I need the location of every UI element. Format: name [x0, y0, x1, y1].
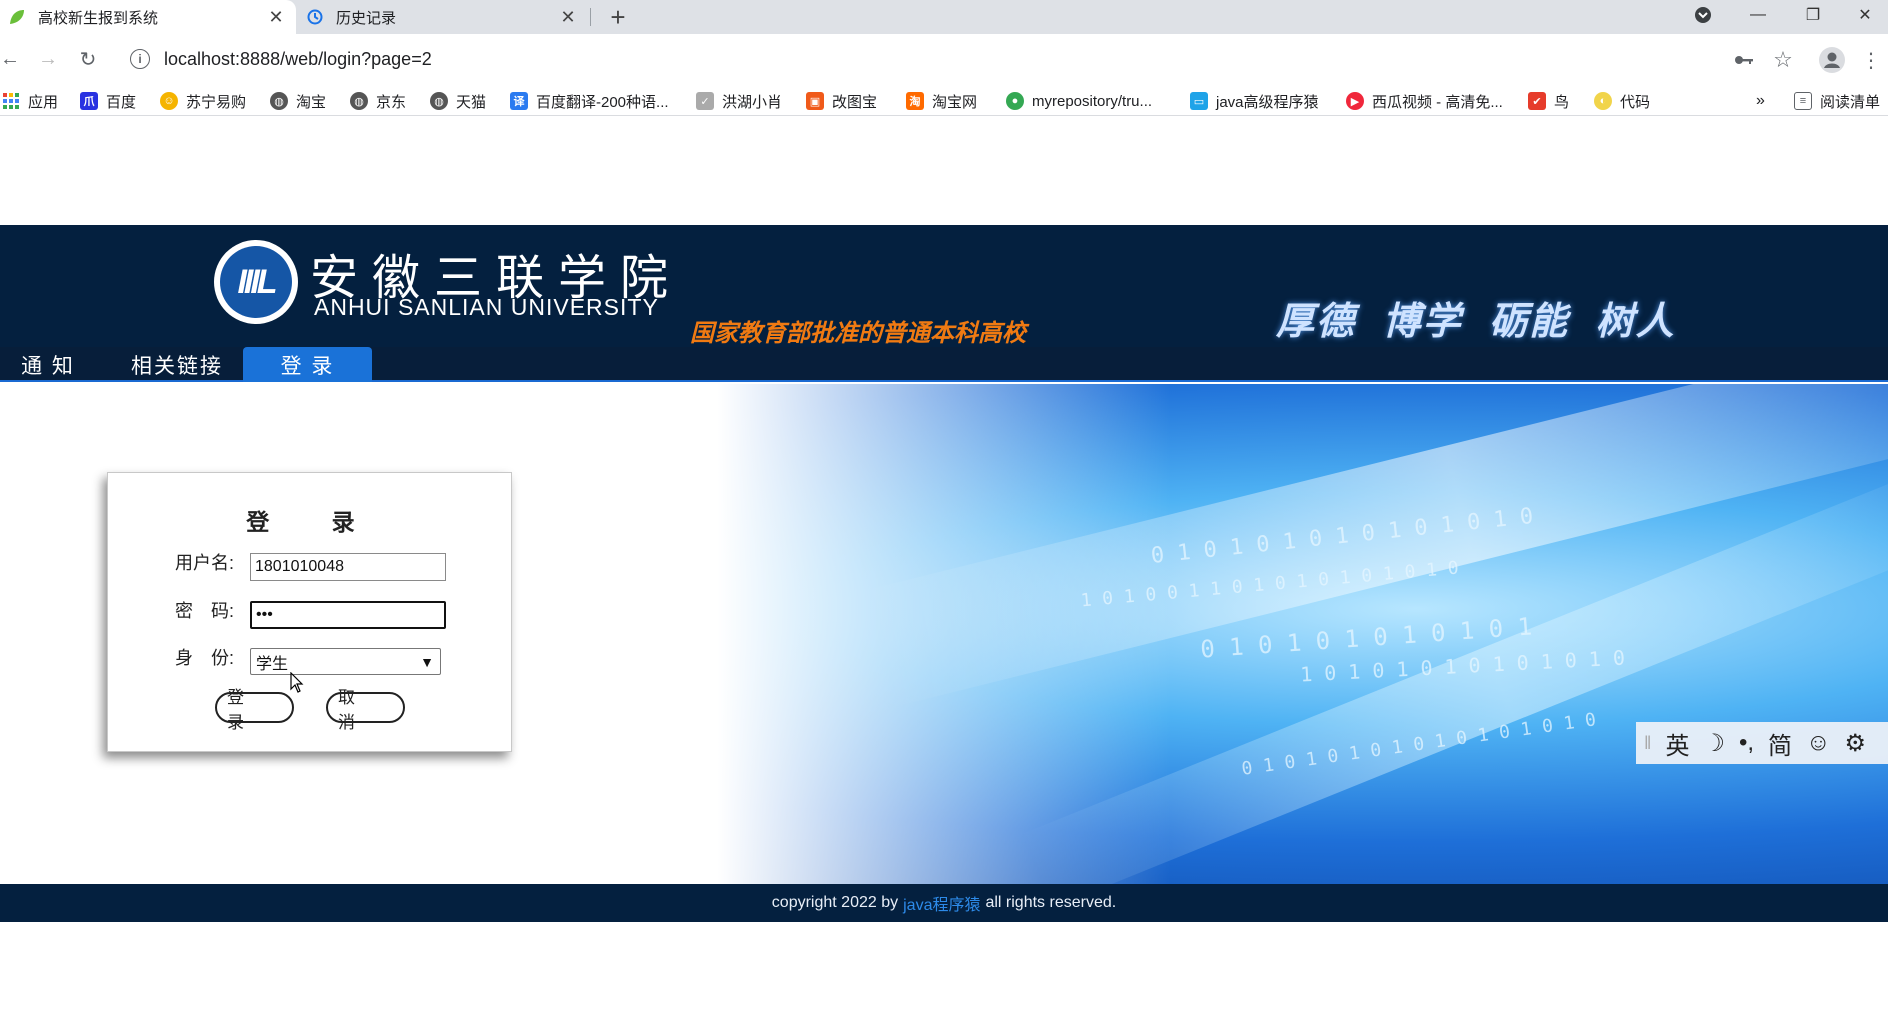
suning-icon: ☺	[160, 92, 178, 110]
forward-arrow-icon[interactable]: →	[32, 43, 64, 75]
password-input[interactable]: •••	[250, 601, 446, 629]
leaf-favicon-icon	[6, 6, 28, 28]
footer-copyright-prefix: copyright 2022 by	[771, 894, 899, 911]
reading-list-icon: ≡	[1794, 92, 1812, 110]
globe-icon: ◍	[430, 92, 448, 110]
history-icon	[304, 6, 326, 28]
nav-item-login[interactable]: 登 录	[243, 347, 372, 382]
tab-history[interactable]: 历史记录 ✕	[298, 0, 588, 34]
window-close-icon[interactable]: ✕	[1842, 0, 1888, 30]
ime-toolbar: ‖ 英 ☽ •, 简 ☺ ⚙	[1636, 722, 1888, 764]
bird-icon: ✓	[696, 92, 714, 110]
site-footer: copyright 2022 by java程序猿 all rights res…	[0, 884, 1888, 922]
ime-emoji-icon[interactable]: ☺	[1806, 729, 1831, 757]
browser-window: 高校新生报到系统 ✕ 历史记录 ✕ + — ❐ ✕ ← → ↻ i localh…	[0, 0, 1888, 1016]
apps-grid-icon	[2, 92, 20, 110]
bookmark-honghu[interactable]: ✓ 洪湖小肖	[696, 90, 782, 112]
profile-avatar-icon[interactable]	[1818, 46, 1846, 74]
ime-punctuation-icon[interactable]: •,	[1739, 729, 1754, 757]
bookmark-taobao[interactable]: ◍ 淘宝	[270, 90, 326, 112]
taobao-icon: 淘	[906, 92, 924, 110]
bookmark-apps[interactable]: 应用	[2, 90, 58, 112]
role-select[interactable]: 学生 ▼	[250, 648, 441, 675]
url-text: localhost:8888/web/login?page=2	[164, 48, 432, 69]
menu-kebab-icon[interactable]: ⋮	[1857, 46, 1885, 74]
nav-item-links[interactable]: 相关链接	[114, 347, 240, 382]
password-label: 密 码:	[175, 601, 235, 621]
more-bookmarks-icon[interactable]: »	[1756, 90, 1765, 112]
bookmark-gaitubao[interactable]: ▣ 改图宝	[806, 90, 877, 112]
tab-new-student-system[interactable]: 高校新生报到系统 ✕	[0, 0, 296, 34]
translate-icon: 译	[510, 92, 528, 110]
logo-emblem: IIIL	[220, 246, 292, 318]
bookmark-java-programmer[interactable]: ▭ java高级程序猿	[1190, 90, 1319, 112]
bird-red-icon: ✔	[1528, 92, 1546, 110]
tab-title: 高校新生报到系统	[38, 9, 159, 27]
close-icon[interactable]: ✕	[556, 5, 580, 29]
bookmark-taobaowang[interactable]: 淘 淘宝网	[906, 90, 977, 112]
role-selected-value: 学生	[256, 655, 289, 673]
back-arrow-icon[interactable]: ←	[0, 43, 26, 75]
school-name-en: ANHUI SANLIAN UNIVERSITY	[314, 294, 659, 320]
username-input[interactable]: 1801010048	[250, 553, 446, 581]
bookmark-baidu[interactable]: 爪 百度	[80, 90, 136, 112]
address-bar[interactable]: i localhost:8888/web/login?page=2	[116, 40, 1746, 78]
restore-icon[interactable]: ❐	[1790, 0, 1836, 30]
bookmark-myrepository[interactable]: ● myrepository/tru...	[1006, 90, 1152, 112]
login-title: 登 录	[246, 509, 383, 535]
ime-drag-handle[interactable]: ‖	[1644, 733, 1651, 754]
ime-english-toggle[interactable]: 英	[1665, 726, 1689, 761]
tab-separator	[590, 8, 591, 26]
university-logo: IIIL	[214, 240, 298, 324]
browser-toolbar: ← → ↻ i localhost:8888/web/login?page=2 …	[0, 34, 1888, 84]
tab-title: 历史记录	[336, 9, 397, 27]
baidu-icon: 爪	[80, 92, 98, 110]
bookmark-suning[interactable]: ☺ 苏宁易购	[160, 90, 246, 112]
main-nav: 通 知 相关链接 登 录	[0, 347, 1888, 382]
bookmark-star-icon[interactable]: ☆	[1769, 46, 1797, 74]
mouse-cursor-icon	[290, 672, 304, 693]
reload-icon[interactable]: ↻	[72, 43, 104, 75]
footer-rights: all rights reserved.	[985, 894, 1117, 911]
tab-search-icon[interactable]	[1680, 0, 1726, 30]
site-info-icon[interactable]: i	[130, 49, 150, 69]
tab-strip: 高校新生报到系统 ✕ 历史记录 ✕ + — ❐ ✕	[0, 0, 1888, 34]
ime-moon-icon[interactable]: ☽	[1703, 729, 1725, 758]
bookmark-baidu-translate[interactable]: 译 百度翻译-200种语...	[510, 90, 669, 112]
chrome-icon: ●	[1006, 92, 1024, 110]
bookmark-tmall[interactable]: ◍ 天猫	[430, 90, 486, 112]
minimize-icon[interactable]: —	[1735, 0, 1781, 30]
ime-simplified-toggle[interactable]: 简	[1768, 726, 1792, 761]
reading-list[interactable]: ≡ 阅读清单	[1794, 90, 1880, 112]
role-label: 身 份:	[175, 648, 235, 668]
image-tool-icon: ▣	[806, 92, 824, 110]
bookmark-xigua[interactable]: ▶ 西瓜视频 - 高清免...	[1346, 90, 1503, 112]
globe-icon: ◍	[350, 92, 368, 110]
login-panel: 登 录 用户名: 1801010048 密 码: ••• 身 份: 学生 ▼ 登…	[107, 472, 512, 752]
footer-author-link[interactable]: java程序猿	[903, 891, 980, 915]
login-button[interactable]: 登 录	[215, 688, 294, 732]
ime-settings-gear-icon[interactable]: ⚙	[1845, 729, 1867, 758]
bilibili-icon: ▭	[1190, 92, 1208, 110]
chevron-down-icon: ▼	[420, 653, 434, 670]
username-label: 用户名:	[175, 553, 235, 573]
bookmarks-bar: 应用 爪 百度 ☺ 苏宁易购 ◍ 淘宝 ◍ 京东 ◍ 天猫 译 百度翻译-200…	[0, 84, 1888, 116]
key-icon[interactable]	[1730, 46, 1758, 74]
new-tab-plus-icon[interactable]: +	[603, 2, 633, 32]
school-motto: 厚德 博学 砺能 树人	[1276, 301, 1676, 343]
slogan: 国家教育部批准的普通本科高校	[690, 320, 1026, 347]
cancel-button[interactable]: 取 消	[326, 688, 405, 732]
bookmark-jd[interactable]: ◍ 京东	[350, 90, 406, 112]
xigua-icon: ▶	[1346, 92, 1364, 110]
bookmark-niao[interactable]: ✔ 鸟	[1528, 90, 1569, 112]
close-icon[interactable]: ✕	[264, 5, 288, 29]
nav-item-notice[interactable]: 通 知	[0, 347, 96, 382]
code-icon: ◐	[1594, 92, 1612, 110]
bookmark-code[interactable]: ◐ 代码	[1594, 90, 1650, 112]
globe-icon: ◍	[270, 92, 288, 110]
